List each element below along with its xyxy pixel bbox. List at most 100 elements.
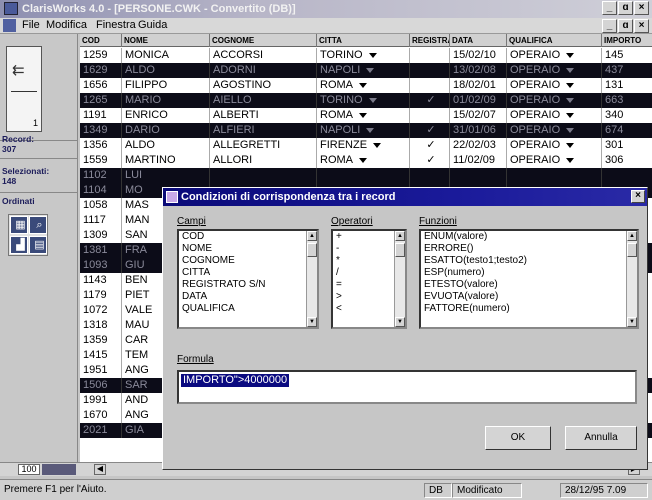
table-row[interactable]: 1102 LUI [80,168,652,183]
cell-qual[interactable]: OPERAIO [507,78,602,93]
cell-reg[interactable] [410,168,450,183]
cell-citta[interactable]: TORINO [317,93,410,108]
dropdown-arrow-icon[interactable] [368,52,377,58]
operators-list[interactable]: + - * / = > < ▲ ▼ [331,229,407,329]
close-button[interactable]: × [634,1,649,15]
cell-cod[interactable]: 1629 [80,63,122,78]
cell-nome[interactable]: FILIPPO [122,78,210,93]
dropdown-arrow-icon[interactable] [566,142,575,148]
zoom-level[interactable]: 100 [18,464,40,475]
field-item[interactable]: COGNOME [179,255,317,267]
dropdown-arrow-icon[interactable] [566,157,575,163]
dropdown-arrow-icon[interactable] [359,112,367,118]
cell-cod[interactable]: 1102 [80,168,122,183]
cell-cognome[interactable]: ACCORSI [210,48,317,63]
menu-file[interactable]: File [22,19,40,31]
cell-reg[interactable] [410,63,450,78]
cell-cod[interactable]: 1359 [80,333,122,348]
scroll-thumb[interactable] [307,243,317,257]
cell-cod[interactable]: 1058 [80,198,122,213]
cell-citta[interactable]: NAPOLI [317,123,410,138]
formula-input[interactable]: IMPORTO">4000000 [177,370,637,404]
cell-cod[interactable]: 1143 [80,273,122,288]
cell-qual[interactable]: OPERAIO [507,48,602,63]
scroll-up-icon[interactable]: ▲ [395,231,405,241]
scroll-down-icon[interactable]: ▼ [627,317,637,327]
cell-cod[interactable]: 1259 [80,48,122,63]
menu-guida[interactable]: Guida [138,19,167,31]
column-header-citta[interactable]: CITTA [317,34,410,47]
cell-cognome[interactable]: ADORNI [210,63,317,78]
scroll-thumb[interactable] [627,243,637,257]
cell-qual[interactable]: OPERAIO [507,153,602,168]
dropdown-arrow-icon[interactable] [566,127,575,133]
cell-data[interactable]: 15/02/10 [450,48,507,63]
cell-data[interactable] [450,168,507,183]
cell-cognome[interactable]: ALLORI [210,153,317,168]
dropdown-arrow-icon[interactable] [366,127,375,133]
function-item[interactable]: ENUM(valore) [421,231,637,243]
cell-reg[interactable]: ✓ [410,153,450,168]
table-row[interactable]: 1656 FILIPPO AGOSTINO ROMA 18/02/01 OPERAIO 13… [80,78,652,93]
cell-qual[interactable]: OPERAIO [507,123,602,138]
cell-imp[interactable]: 674 [602,123,652,138]
cell-imp[interactable]: 437 [602,63,652,78]
cell-cod[interactable]: 1191 [80,108,122,123]
cell-cognome[interactable]: ALFIERI [210,123,317,138]
dropdown-arrow-icon[interactable] [368,97,377,103]
cell-qual[interactable] [507,168,602,183]
cell-reg[interactable]: ✓ [410,93,450,108]
cell-data[interactable]: 18/02/01 [450,78,507,93]
cell-nome[interactable]: DARIO [122,123,210,138]
doc-close-button[interactable]: × [634,19,649,33]
cell-citta[interactable] [317,168,410,183]
dropdown-arrow-icon[interactable] [359,157,367,163]
zoom-controls-icon[interactable] [42,464,76,475]
cell-nome[interactable]: LUI [122,168,210,183]
column-header-registrato[interactable]: REGISTRATO S/N [410,34,450,47]
field-item[interactable]: QUALIFICA [179,303,317,315]
dropdown-arrow-icon[interactable] [566,52,575,58]
cell-cognome[interactable]: ALBERTI [210,108,317,123]
cell-qual[interactable]: OPERAIO [507,138,602,153]
cell-data[interactable]: 13/02/08 [450,63,507,78]
cell-imp[interactable]: 306 [602,153,652,168]
cell-cod[interactable]: 1265 [80,93,122,108]
minimize-button[interactable]: _ [602,1,617,15]
dropdown-arrow-icon[interactable] [566,82,575,88]
cell-cognome[interactable]: AGOSTINO [210,78,317,93]
scroll-down-icon[interactable]: ▼ [395,317,405,327]
cell-imp[interactable]: 301 [602,138,652,153]
cell-cod[interactable]: 1318 [80,318,122,333]
form-view-icon[interactable]: ▦ [10,216,28,234]
cell-imp[interactable]: 145 [602,48,652,63]
column-header-data[interactable]: DATA [450,34,507,47]
column-header-importo[interactable]: IMPORTO [602,34,652,47]
cell-nome[interactable]: MARTINO [122,153,210,168]
cell-cod[interactable]: 2021 [80,423,122,438]
cell-cod[interactable]: 1559 [80,153,122,168]
function-item[interactable]: ETESTO(valore) [421,279,637,291]
cell-imp[interactable]: 131 [602,78,652,93]
menu-finestra[interactable]: Finestra [96,19,136,31]
function-item[interactable]: FATTORE(numero) [421,303,637,315]
table-row[interactable]: 1191 ENRICO ALBERTI ROMA 15/02/07 OPERAIO 340 [80,108,652,123]
cell-nome[interactable]: ENRICO [122,108,210,123]
cell-imp[interactable] [602,168,652,183]
cell-cod[interactable]: 1093 [80,258,122,273]
cell-citta[interactable]: ROMA [317,108,410,123]
field-item[interactable]: COD [179,231,317,243]
cell-cod[interactable]: 1309 [80,228,122,243]
menu-modifica[interactable]: Modifica [46,19,87,31]
cell-cognome[interactable] [210,168,317,183]
cell-cod[interactable]: 1951 [80,363,122,378]
search-icon[interactable]: ⌕ [29,216,47,234]
scroll-up-icon[interactable]: ▲ [627,231,637,241]
print-icon[interactable]: ▤ [29,236,47,254]
cell-citta[interactable]: NAPOLI [317,63,410,78]
cell-citta[interactable]: TORINO [317,48,410,63]
table-row[interactable]: 1349 DARIO ALFIERI NAPOLI ✓ 31/01/06 OPERAIO 67… [80,123,652,138]
cell-cognome[interactable]: ALLEGRETTI [210,138,317,153]
column-header-cod[interactable]: COD [80,34,122,47]
cell-qual[interactable]: OPERAIO [507,93,602,108]
